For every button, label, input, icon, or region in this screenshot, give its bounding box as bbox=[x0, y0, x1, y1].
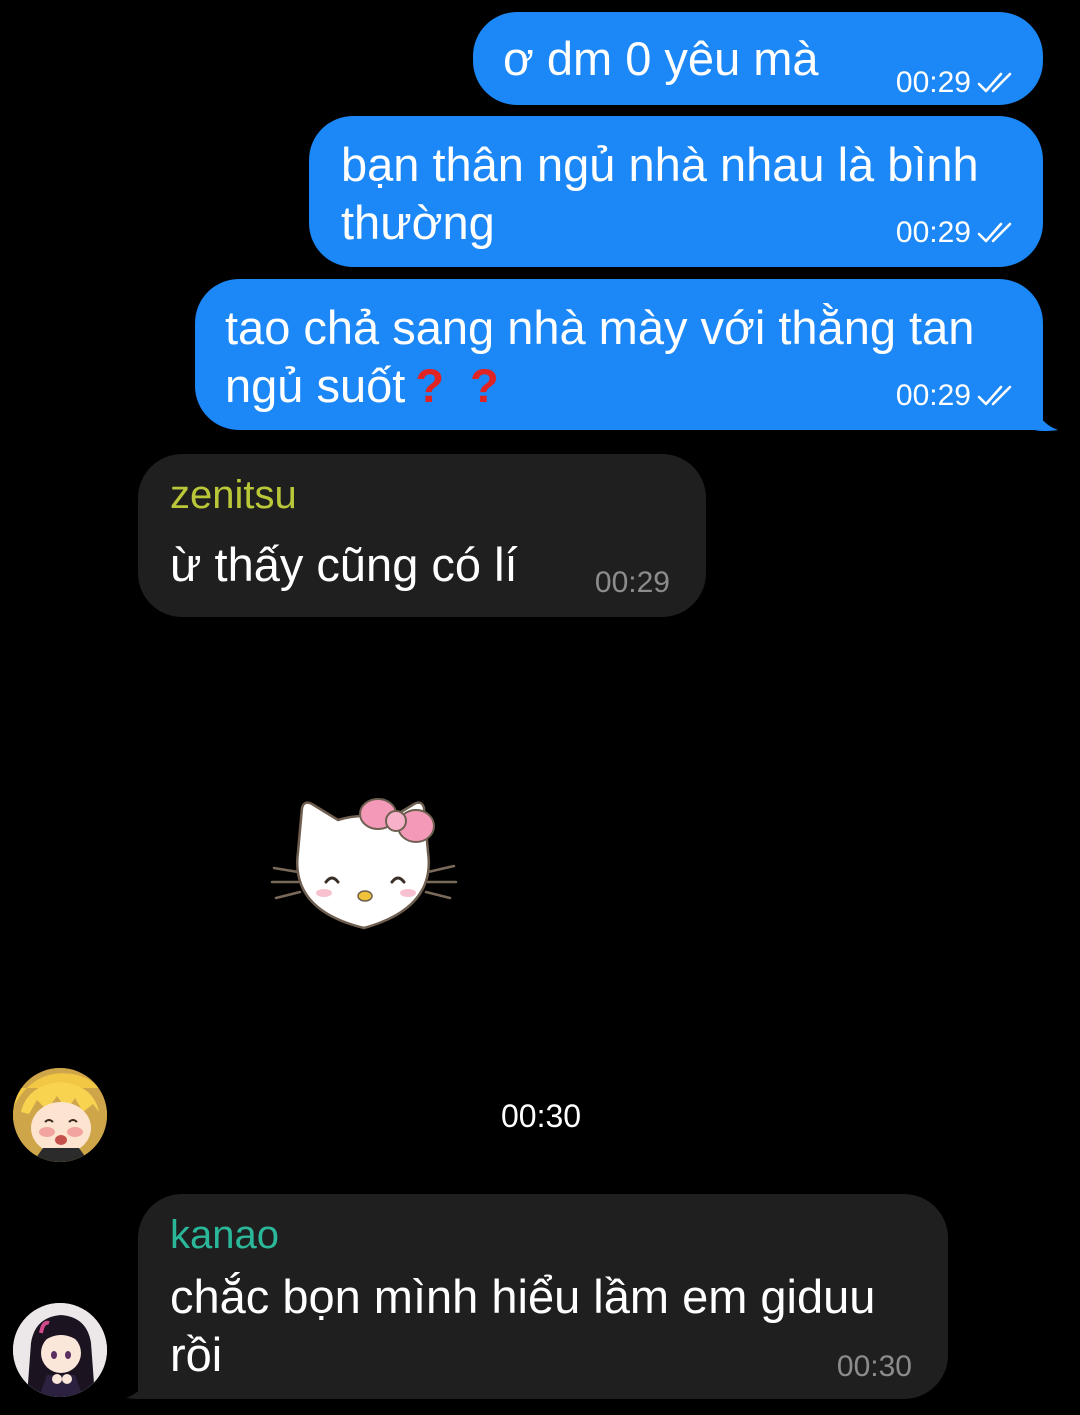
message-meta: 00:29 bbox=[896, 216, 1021, 250]
message-meta: 00:30 bbox=[837, 1350, 912, 1384]
message-bubble-incoming[interactable]: kanao chắc bọn mình hiểu lầm em giduu rồ… bbox=[138, 1194, 948, 1399]
message-text-line: ngủ suốt?? bbox=[225, 357, 499, 415]
message-text: ngủ suốt bbox=[225, 359, 406, 412]
double-check-icon bbox=[977, 72, 1012, 93]
avatar-zenitsu[interactable] bbox=[13, 1068, 107, 1162]
sender-name[interactable]: zenitsu bbox=[170, 472, 297, 518]
message-bubble-outgoing[interactable]: bạn thân ngủ nhà nhau là bình thường 00:… bbox=[309, 116, 1043, 267]
sender-name[interactable]: kanao bbox=[170, 1212, 279, 1258]
message-time: 00:29 bbox=[895, 66, 971, 99]
message-meta: 00:29 bbox=[896, 66, 1021, 100]
message-bubble-outgoing[interactable]: tao chả sang nhà mày với thằng tan ngủ s… bbox=[195, 279, 1043, 430]
message-meta: 00:29 bbox=[896, 379, 1021, 413]
message-time: 00:29 bbox=[895, 379, 971, 412]
avatar-image bbox=[13, 1068, 107, 1162]
message-text-line: bạn thân ngủ nhà nhau là bình bbox=[341, 138, 979, 191]
sticker-time: 00:30 bbox=[501, 1098, 582, 1134]
hello-kitty-sticker[interactable] bbox=[268, 790, 468, 940]
avatar-kanao[interactable] bbox=[13, 1303, 107, 1397]
message-text-line: chắc bọn mình hiểu lầm em giduu bbox=[170, 1270, 876, 1323]
message-text-line: rồi bbox=[170, 1328, 223, 1381]
bubble-tail bbox=[1030, 390, 1058, 432]
message-meta: 00:29 bbox=[595, 566, 670, 600]
message-time: 00:29 bbox=[594, 566, 670, 599]
double-check-icon bbox=[977, 385, 1012, 406]
message-text-line: tao chả sang nhà mày với thằng tan bbox=[225, 301, 975, 354]
message-text: ơ dm 0 yêu mà bbox=[503, 32, 819, 85]
message-bubble-outgoing[interactable]: ơ dm 0 yêu mà 00:29 bbox=[473, 12, 1043, 105]
double-check-icon bbox=[977, 222, 1012, 243]
message-text-line: thường bbox=[341, 196, 495, 249]
question-mark-emoji: ? bbox=[415, 359, 445, 412]
message-time: 00:29 bbox=[895, 216, 971, 249]
message-text: ừ thấy cũng có lí bbox=[170, 538, 518, 591]
message-time: 00:30 bbox=[836, 1350, 912, 1383]
message-bubble-incoming[interactable]: zenitsu ừ thấy cũng có lí 00:29 bbox=[138, 454, 706, 617]
question-mark-emoji: ? bbox=[470, 359, 499, 412]
avatar-image bbox=[13, 1303, 107, 1397]
bubble-tail bbox=[126, 1358, 154, 1400]
